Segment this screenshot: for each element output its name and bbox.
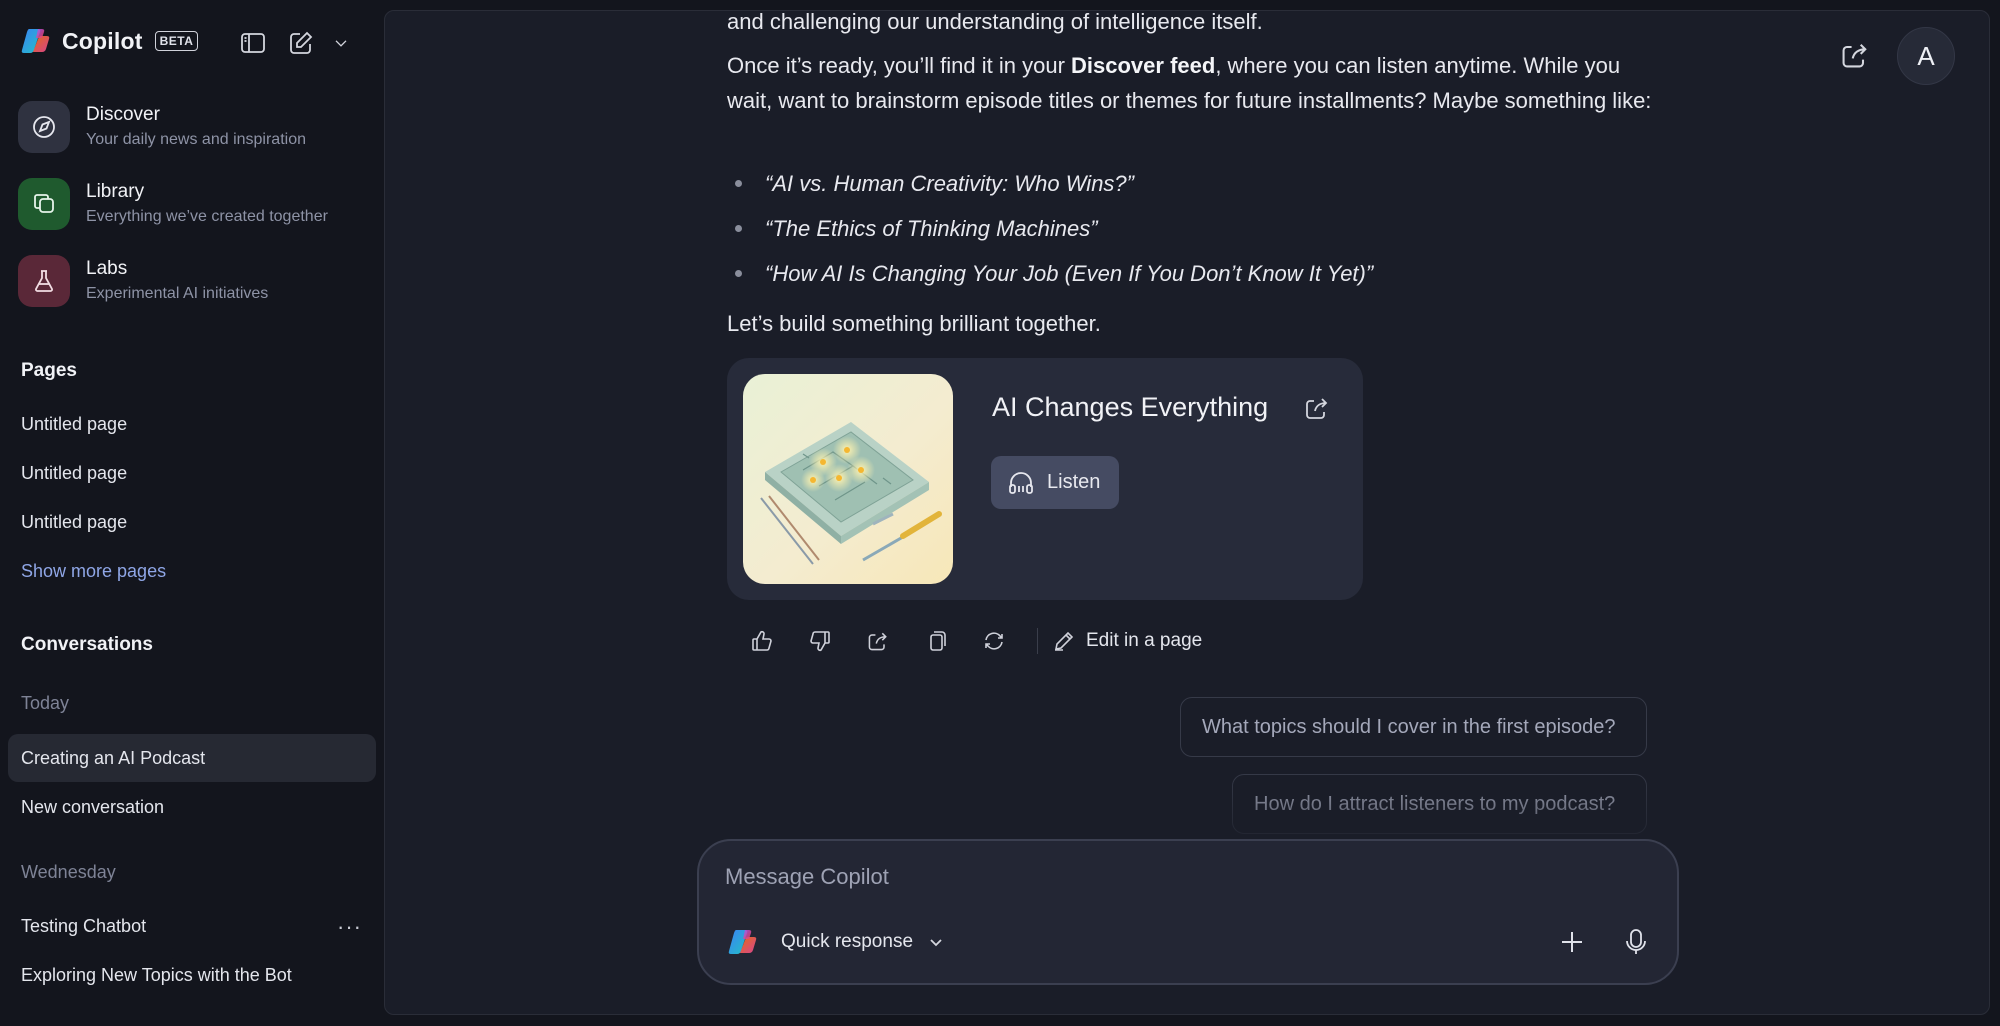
bullet-item: “The Ethics of Thinking Machines” [727, 206, 1657, 251]
new-chat-dropdown[interactable] [326, 28, 356, 58]
library-icon-box [18, 178, 70, 230]
message-closing: Let’s build something brilliant together… [727, 311, 1101, 336]
fade-overlay [385, 771, 1989, 841]
listen-label: Listen [1047, 471, 1101, 493]
response-mode-label: Quick response [781, 931, 914, 952]
flask-icon [35, 270, 53, 292]
show-more-pages-link[interactable]: Show more pages [21, 561, 166, 582]
podcast-title: AI Changes Everything [992, 392, 1269, 422]
message-paragraph: Once it’s ready, you’ll find it in your … [727, 48, 1657, 118]
podcast-card: AI Changes Everything Listen [727, 358, 1363, 600]
toggle-sidebar-button[interactable] [238, 28, 268, 58]
app-name: Copilot [62, 27, 143, 54]
podcast-share-button[interactable] [1303, 394, 1331, 422]
share-message-button[interactable] [849, 623, 907, 659]
new-chat-button[interactable] [286, 28, 316, 58]
refresh-icon [985, 632, 1003, 650]
conversation-title: Exploring New Topics with the Bot [21, 964, 292, 985]
labs-icon-box [18, 255, 70, 307]
page-link[interactable]: Untitled page [21, 463, 127, 484]
copilot-logo-icon [728, 930, 757, 954]
copy-icon [930, 631, 946, 651]
bullet-item: “AI vs. Human Creativity: Who Wins?” [727, 161, 1657, 206]
avatar[interactable]: A [1897, 27, 1955, 85]
nav-subtitle: Experimental AI initiatives [86, 285, 269, 302]
nav-subtitle: Everything we’ve created together [86, 208, 328, 225]
message-actions: Edit in a page [733, 623, 1202, 659]
group-label-wednesday: Wednesday [21, 862, 116, 882]
bullet-item: “How AI Is Changing Your Job (Even If Yo… [727, 251, 1657, 296]
nav-title: Discover [86, 104, 160, 125]
suggestion-bullets: “AI vs. Human Creativity: Who Wins?” “Th… [727, 161, 1657, 296]
conversation-title: New conversation [21, 796, 165, 817]
nav-title: Labs [86, 258, 128, 279]
sidebar-item-library[interactable]: Library Everything we’ve created togethe… [18, 173, 368, 235]
beta-badge: BETA [154, 31, 199, 51]
group-label-today: Today [21, 693, 70, 713]
divider [1037, 628, 1038, 654]
thumbs-down-icon [810, 631, 830, 652]
thumbs-up-icon [752, 630, 772, 651]
compose-icon [290, 31, 313, 54]
headphones-icon [1009, 471, 1033, 494]
sidebar-item-discover[interactable]: Discover Your daily news and inspiration [18, 96, 368, 158]
thumbs-up-button[interactable] [733, 623, 791, 659]
text-span: Once it’s ready, you’ll find it in your [727, 53, 1072, 78]
voice-input-button[interactable] [1619, 925, 1653, 959]
discover-icon-box [18, 101, 70, 153]
conversation-item[interactable]: Exploring New Topics with the Bot [8, 951, 376, 999]
share-icon [1842, 43, 1867, 68]
response-mode-dropdown[interactable]: Quick response [781, 925, 945, 959]
library-icon [34, 194, 54, 213]
nav-title: Library [86, 181, 145, 202]
pages-heading: Pages [21, 360, 77, 381]
conversation-item[interactable]: New conversation [8, 783, 376, 831]
conversation-title: Testing Chatbot [21, 915, 147, 936]
conversation-title: Creating an AI Podcast [21, 747, 206, 768]
nav-subtitle: Your daily news and inspiration [86, 131, 306, 148]
sidebar-panel-icon [241, 33, 265, 53]
suggestion-chip[interactable]: How do I attract listeners to my podcast… [1232, 774, 1647, 834]
conversation-item-active[interactable]: Creating an AI Podcast [8, 734, 376, 782]
thumbs-down-button[interactable] [791, 623, 849, 659]
plus-icon [1562, 932, 1582, 952]
regenerate-button[interactable] [965, 623, 1023, 659]
suggestion-chip[interactable]: What topics should I cover in the first … [1180, 697, 1647, 757]
copilot-logo-icon [21, 29, 50, 53]
listen-button[interactable]: Listen [991, 456, 1119, 509]
sidebar-topbar: Copilot BETA [20, 24, 360, 60]
sidebar-item-labs[interactable]: Labs Experimental AI initiatives [18, 250, 368, 312]
copy-button[interactable] [907, 623, 965, 659]
sidebar: Copilot BETA Discover Your daily news an… [0, 0, 384, 1026]
message-composer: Quick response [697, 839, 1679, 985]
chevron-down-icon [930, 939, 942, 947]
podcast-thumbnail[interactable] [743, 374, 953, 584]
conversation-item[interactable]: Testing Chatbot ··· [8, 902, 376, 950]
share-icon [868, 632, 887, 651]
share-icon [1306, 398, 1328, 419]
message-text-cut: and challenging our understanding of int… [727, 10, 1263, 34]
page-link[interactable]: Untitled page [21, 414, 127, 435]
message-input[interactable] [725, 859, 1625, 895]
edit-in-page-button[interactable]: Edit in a page [1052, 629, 1202, 653]
bold-text: Discover feed [1071, 53, 1216, 78]
chevron-down-icon [335, 40, 347, 47]
microphone-icon [1626, 929, 1646, 954]
more-options-icon[interactable]: ··· [337, 914, 362, 940]
conversations-heading: Conversations [21, 634, 153, 655]
chat-panel: and challenging our understanding of int… [384, 10, 1990, 1015]
page-link[interactable]: Untitled page [21, 512, 127, 533]
circuit-board-illustration [743, 374, 953, 584]
share-conversation-button[interactable] [1839, 39, 1871, 71]
edit-in-page-label: Edit in a page [1086, 630, 1203, 651]
add-attachment-button[interactable] [1555, 925, 1589, 959]
brand[interactable]: Copilot BETA [20, 26, 199, 56]
pen-icon [1054, 631, 1074, 651]
compass-icon [33, 116, 55, 138]
